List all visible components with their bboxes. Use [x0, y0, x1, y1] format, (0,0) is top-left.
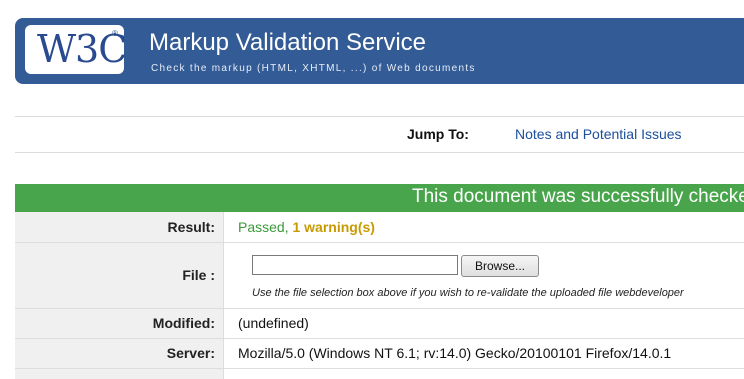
result-label: Result:: [167, 219, 215, 235]
header-banner: W3C ® Markup Validation Service Check th…: [15, 18, 744, 84]
modified-row: Modified: (undefined): [15, 309, 744, 339]
server-label: Server:: [166, 345, 215, 361]
file-row: File : Browse... Use the file selection …: [15, 243, 744, 309]
warning-count: 1 warning(s): [292, 219, 375, 235]
jump-bar: Jump To: Notes and Potential Issues: [15, 116, 744, 153]
modified-value: (undefined): [238, 315, 309, 331]
modified-label: Modified:: [152, 315, 215, 331]
file-label: File :: [182, 267, 215, 283]
server-value: Mozilla/5.0 (Windows NT 6.1; rv:14.0) Ge…: [238, 345, 672, 361]
results-table: Result: Passed, 1 warning(s) File : Brow…: [15, 212, 744, 379]
modified-label-cell: Modified:: [15, 309, 224, 338]
result-row: Result: Passed, 1 warning(s): [15, 212, 744, 243]
page-subtitle: Check the markup (HTML, XHTML, ...) of W…: [151, 63, 476, 74]
result-label-cell: Result:: [15, 212, 224, 242]
passed-text: Passed,: [238, 219, 289, 235]
file-path-input[interactable]: [252, 255, 458, 275]
file-hint: Use the file selection box above if you …: [252, 287, 684, 299]
logo-registered-mark: ®: [112, 29, 118, 38]
file-label-cell: File :: [15, 243, 224, 308]
success-message: This document was successfully checked: [412, 186, 744, 207]
server-label-cell: Server:: [15, 339, 224, 368]
result-value: Passed, 1 warning(s): [238, 219, 375, 235]
next-row: [15, 369, 744, 379]
w3c-logo[interactable]: W3C ®: [25, 25, 127, 74]
notes-link[interactable]: Notes and Potential Issues: [515, 126, 682, 142]
next-label-cell: [15, 369, 224, 379]
jump-to-label: Jump To:: [407, 126, 469, 142]
server-row: Server: Mozilla/5.0 (Windows NT 6.1; rv:…: [15, 339, 744, 369]
page-title: Markup Validation Service: [149, 29, 427, 56]
success-banner: This document was successfully checked: [15, 184, 744, 212]
browse-button[interactable]: Browse...: [461, 255, 539, 277]
